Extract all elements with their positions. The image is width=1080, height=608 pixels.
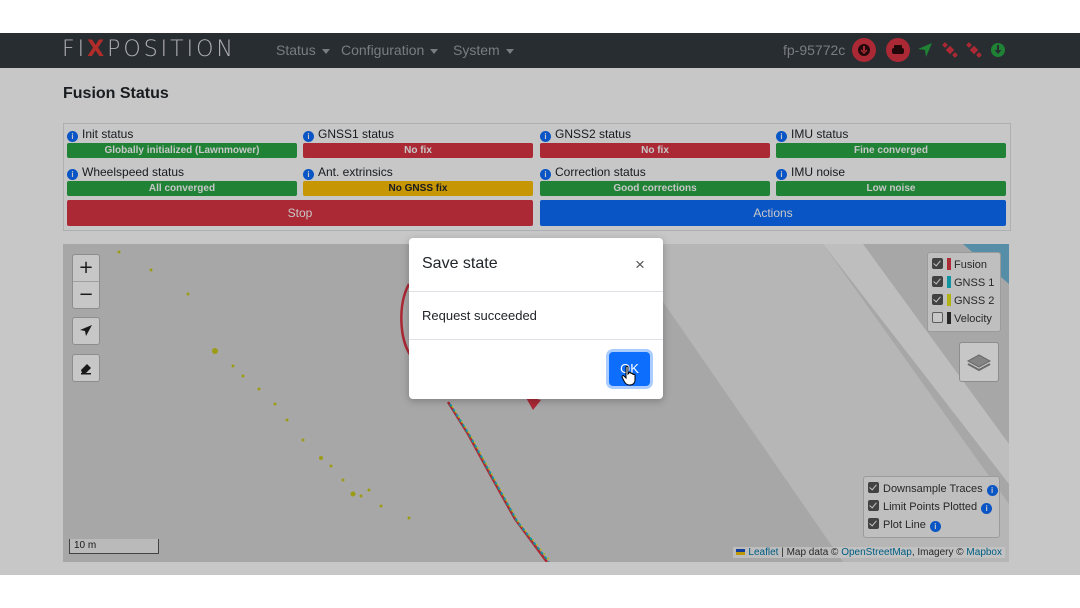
modal-divider bbox=[409, 291, 663, 292]
save-state-modal: Save state × Request succeeded OK bbox=[409, 238, 663, 399]
close-icon[interactable]: × bbox=[635, 255, 645, 275]
modal-title: Save state bbox=[422, 255, 498, 272]
hand-cursor-icon bbox=[621, 365, 636, 386]
app-window: FIXPOSITION Status Configuration System … bbox=[0, 33, 1080, 575]
modal-divider bbox=[409, 339, 663, 340]
modal-message: Request succeeded bbox=[422, 308, 537, 323]
